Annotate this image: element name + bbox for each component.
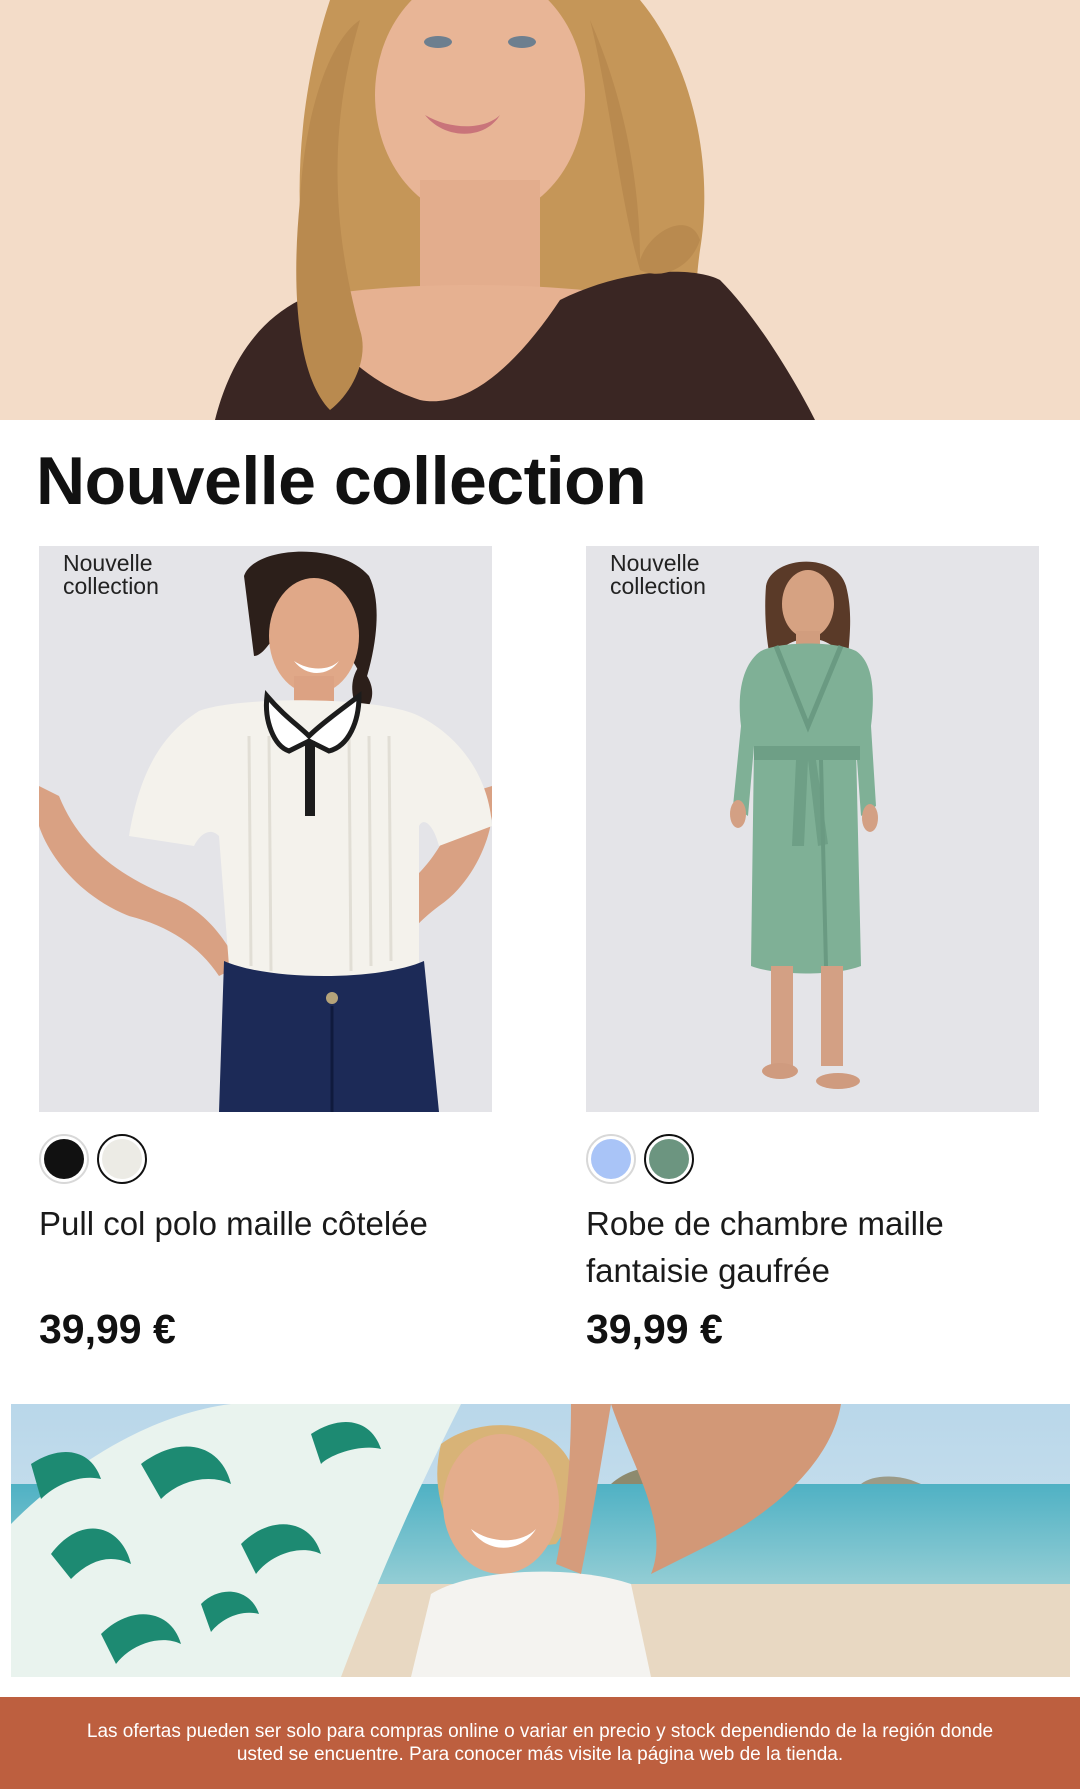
badge-line: collection — [610, 573, 706, 599]
beach-image — [11, 1404, 1070, 1677]
product-price: 39,99 € — [586, 1306, 723, 1352]
color-swatch-sage-green[interactable] — [644, 1134, 694, 1184]
beach-banner[interactable] — [11, 1404, 1070, 1677]
product-card[interactable]: Nouvelle collection Pull col polo maille… — [39, 546, 492, 1352]
product-price: 39,99 € — [39, 1306, 176, 1352]
new-collection-badge: Nouvelle collection — [63, 552, 223, 598]
hero-banner[interactable] — [0, 0, 1080, 420]
color-swatch-ecru[interactable] — [97, 1134, 147, 1184]
color-swatch-black[interactable] — [39, 1134, 89, 1184]
badge-line: Nouvelle — [63, 550, 153, 576]
disclaimer-text: Las ofertas pueden ser solo para compras… — [86, 1721, 994, 1765]
product-name[interactable]: Pull col polo maille côtelée — [39, 1200, 492, 1247]
product-card[interactable]: Nouvelle collection Robe de chambre mail… — [586, 546, 1039, 1352]
color-swatches — [39, 1134, 147, 1184]
new-collection-badge: Nouvelle collection — [610, 552, 770, 598]
color-swatch-light-blue[interactable] — [586, 1134, 636, 1184]
product-image[interactable]: Nouvelle collection — [586, 546, 1039, 1112]
product-image[interactable]: Nouvelle collection — [39, 546, 492, 1112]
product-name[interactable]: Robe de chambre maille fantaisie gaufrée — [586, 1200, 1039, 1294]
color-swatches — [586, 1134, 694, 1184]
footer-disclaimer-bar: Las ofertas pueden ser solo para compras… — [0, 1697, 1080, 1789]
section-title: Nouvelle collection — [36, 443, 647, 519]
product-photo — [586, 546, 1039, 1112]
badge-line: Nouvelle — [610, 550, 700, 576]
hero-image — [0, 0, 1080, 420]
product-photo — [39, 546, 492, 1112]
badge-line: collection — [63, 573, 159, 599]
